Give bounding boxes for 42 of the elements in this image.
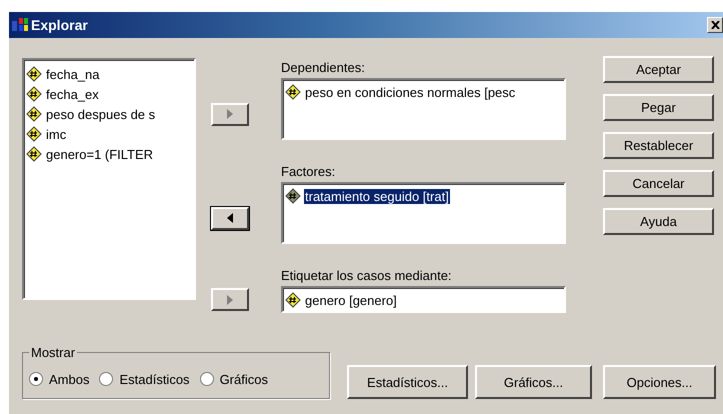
dialog-button[interactable]: Estadísticos... xyxy=(347,365,468,399)
dialog-button[interactable]: Opciones... xyxy=(603,365,716,399)
field-label: Dependientes: xyxy=(281,59,366,77)
scale-variable-icon xyxy=(26,126,42,142)
variable-item[interactable]: peso en condiciones normales [pesc xyxy=(285,82,562,102)
window-title: Explorar xyxy=(31,17,89,33)
right-arrow-icon xyxy=(227,109,233,119)
variable-item[interactable]: fecha_na xyxy=(26,64,192,84)
scale-variable-icon xyxy=(26,86,42,102)
dialog-button[interactable]: Cancelar xyxy=(603,170,714,197)
scale-variable-icon xyxy=(285,292,301,308)
radio-button[interactable] xyxy=(29,372,43,386)
dialog-button[interactable]: Ayuda xyxy=(603,208,714,235)
variable-item[interactable]: peso despues de s xyxy=(26,104,192,124)
dialog-button[interactable]: Restablecer xyxy=(603,132,714,159)
radio-button[interactable] xyxy=(200,372,214,386)
variable-item[interactable]: imc xyxy=(26,124,192,144)
dialog-button[interactable]: Aceptar xyxy=(603,56,714,83)
group-title: Mostrar xyxy=(30,345,76,360)
app-icon xyxy=(11,17,29,33)
radio-option[interactable]: Ambos xyxy=(29,372,90,386)
close-button[interactable] xyxy=(707,17,723,33)
scale-variable-icon xyxy=(26,66,42,82)
scale-variable-icon xyxy=(285,84,301,100)
variable-item[interactable]: tratamiento seguido [trat] xyxy=(285,186,562,206)
dialog-button[interactable]: Pegar xyxy=(603,94,714,121)
right-arrow-icon xyxy=(227,294,233,304)
radio-option[interactable]: Estadísticos xyxy=(99,372,190,386)
close-icon xyxy=(710,21,720,29)
move-button[interactable] xyxy=(211,206,249,230)
field-label: Etiquetar los casos mediante: xyxy=(281,267,453,285)
variable-item[interactable]: genero=1 (FILTER xyxy=(26,144,192,164)
variable-item[interactable]: fecha_ex xyxy=(26,84,192,104)
scale-variable-icon xyxy=(285,188,301,204)
variable-item[interactable]: genero [genero] xyxy=(285,290,562,310)
scale-variable-icon xyxy=(26,146,42,162)
left-arrow-icon xyxy=(227,213,233,223)
field-label: Factores: xyxy=(281,163,336,181)
radio-option[interactable]: Gráficos xyxy=(200,372,268,386)
dialog-button[interactable]: Gráficos... xyxy=(475,365,592,399)
scale-variable-icon xyxy=(26,106,42,122)
radio-button[interactable] xyxy=(99,372,114,386)
